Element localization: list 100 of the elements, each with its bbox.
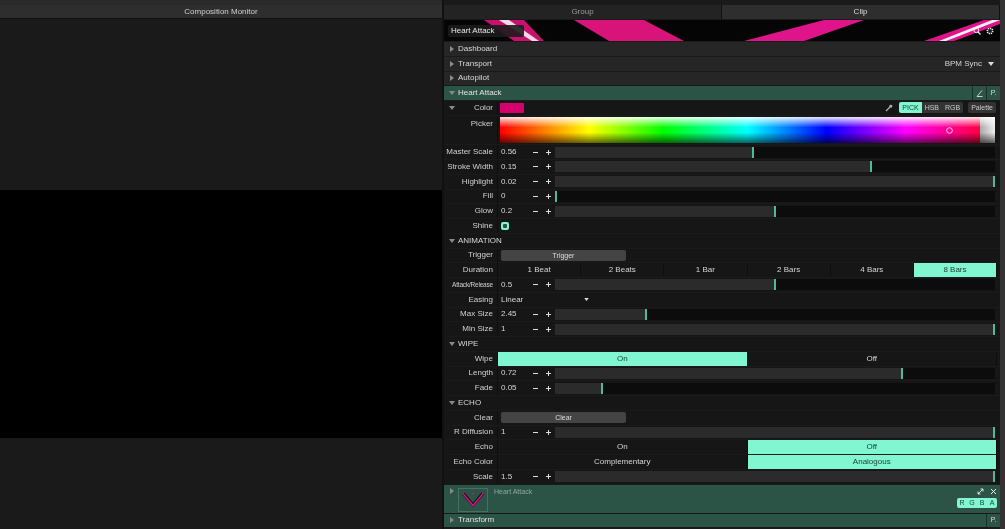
group-header[interactable]: ANIMATION: [444, 233, 1000, 248]
minus-icon[interactable]: [532, 284, 538, 286]
segment-option[interactable]: 2 Bars: [747, 263, 831, 277]
expand-arrow-icon[interactable]: [449, 487, 455, 494]
slider-handle[interactable]: [870, 161, 873, 173]
layer-title: Transform: [458, 514, 495, 527]
plus-icon[interactable]: [545, 208, 551, 214]
value-field[interactable]: 1.5: [498, 470, 528, 483]
group-header[interactable]: WIPE: [444, 337, 1000, 351]
segment-option[interactable]: On: [498, 440, 748, 454]
row-label: Echo: [474, 441, 493, 454]
section-header[interactable]: Dashboard: [444, 42, 1000, 56]
minus-icon[interactable]: [532, 195, 538, 197]
segment-option[interactable]: 2 Beats: [581, 263, 665, 277]
section-header[interactable]: Autopilot: [444, 71, 1000, 86]
plus-icon[interactable]: [545, 164, 551, 170]
collapse-arrow-icon[interactable]: [449, 399, 455, 406]
minus-icon[interactable]: [532, 372, 538, 374]
value-field[interactable]: 0.05: [498, 382, 528, 395]
segment-option[interactable]: 4 Bars: [830, 263, 914, 277]
segment-option[interactable]: On: [498, 351, 748, 366]
minus-icon[interactable]: [532, 166, 538, 168]
expand-icon[interactable]: [977, 487, 984, 495]
row-label: Color: [473, 101, 493, 114]
minus-icon[interactable]: [532, 313, 538, 315]
panel-tab[interactable]: Group: [444, 5, 722, 19]
plus-icon[interactable]: [545, 385, 551, 391]
plus-icon[interactable]: [545, 429, 551, 435]
minus-icon[interactable]: [532, 476, 538, 478]
expand-arrow-icon[interactable]: [449, 517, 455, 524]
angle-icon: [976, 89, 983, 97]
angle-button[interactable]: [972, 86, 986, 100]
sync-dropdown[interactable]: BPM Sync: [944, 57, 982, 70]
plus-icon[interactable]: [545, 474, 551, 480]
collapse-arrow-icon[interactable]: [449, 237, 455, 244]
row-label: Wipe: [474, 352, 493, 365]
value-field[interactable]: 0.72: [498, 367, 528, 380]
expand-arrow-icon[interactable]: [449, 60, 455, 67]
minus-icon[interactable]: [532, 328, 538, 330]
value-field[interactable]: 0.15: [498, 160, 528, 173]
plus-icon[interactable]: [545, 193, 551, 199]
slider-handle[interactable]: [601, 382, 603, 394]
slider-handle[interactable]: [774, 205, 776, 217]
plus-icon[interactable]: [545, 179, 551, 185]
section-header[interactable]: Transport BPM Sync: [444, 56, 1000, 71]
value-field[interactable]: 0.56: [498, 146, 528, 159]
value-field[interactable]: 0: [498, 190, 528, 203]
segment-option[interactable]: Off: [747, 351, 997, 366]
value-field[interactable]: 2.45: [498, 308, 528, 321]
panel-tab[interactable]: Clip: [722, 5, 1000, 19]
segment-option[interactable]: 1 Beat: [498, 263, 582, 277]
collapse-arrow-icon[interactable]: [449, 90, 455, 97]
segment-option[interactable]: 8 Bars: [913, 263, 998, 277]
checkbox[interactable]: [501, 221, 509, 230]
slider-handle[interactable]: [644, 308, 647, 320]
slider-handle[interactable]: [993, 471, 995, 483]
slider-handle[interactable]: [752, 146, 755, 158]
section-title: Autopilot: [458, 72, 490, 85]
minus-icon[interactable]: [532, 210, 538, 212]
row-label: Min Size: [462, 323, 493, 336]
collapse-arrow-icon[interactable]: [449, 104, 455, 111]
close-icon[interactable]: [990, 487, 997, 495]
row-label: Length: [468, 367, 493, 380]
minus-icon[interactable]: [532, 431, 538, 433]
segment-option[interactable]: Analogous: [747, 455, 997, 469]
value-field[interactable]: 0.5: [498, 278, 528, 291]
easing-dropdown[interactable]: Linear: [501, 293, 589, 306]
slider-handle[interactable]: [901, 367, 903, 379]
slider-handle[interactable]: [774, 279, 776, 291]
slider-handle[interactable]: [993, 426, 995, 438]
value-field[interactable]: 0.2: [498, 205, 528, 218]
group-header[interactable]: ECHO: [444, 396, 1000, 410]
plus-icon[interactable]: [545, 326, 551, 332]
slider-handle[interactable]: [555, 190, 557, 202]
expand-arrow-icon[interactable]: [449, 75, 455, 82]
caret-icon: [988, 61, 994, 66]
collapse-arrow-icon[interactable]: [449, 340, 455, 347]
color-picker-spectrum[interactable]: [500, 116, 995, 144]
plus-icon[interactable]: [545, 282, 551, 288]
search-icon[interactable]: [973, 26, 981, 35]
plus-icon[interactable]: [545, 370, 551, 376]
settings-icon[interactable]: [986, 26, 994, 35]
color-swatch[interactable]: [500, 102, 524, 113]
picker-handle-icon[interactable]: [945, 126, 953, 134]
segment-option[interactable]: Off: [747, 440, 997, 454]
plus-icon[interactable]: [545, 149, 551, 155]
slider-handle[interactable]: [993, 323, 995, 335]
minus-icon[interactable]: [532, 151, 538, 153]
slider-handle[interactable]: [993, 176, 995, 188]
minus-icon[interactable]: [532, 181, 538, 183]
minus-icon[interactable]: [532, 387, 538, 389]
plus-icon[interactable]: [545, 311, 551, 317]
value-field[interactable]: 1: [498, 426, 528, 439]
row-label: Clear: [473, 411, 493, 424]
eyedropper-icon[interactable]: [885, 103, 894, 112]
expand-arrow-icon[interactable]: [449, 45, 455, 52]
segment-option[interactable]: Complementary: [498, 455, 748, 469]
segment-option[interactable]: 1 Bar: [664, 263, 748, 277]
value-field[interactable]: 1: [498, 323, 528, 336]
value-field[interactable]: 0.02: [498, 175, 528, 188]
